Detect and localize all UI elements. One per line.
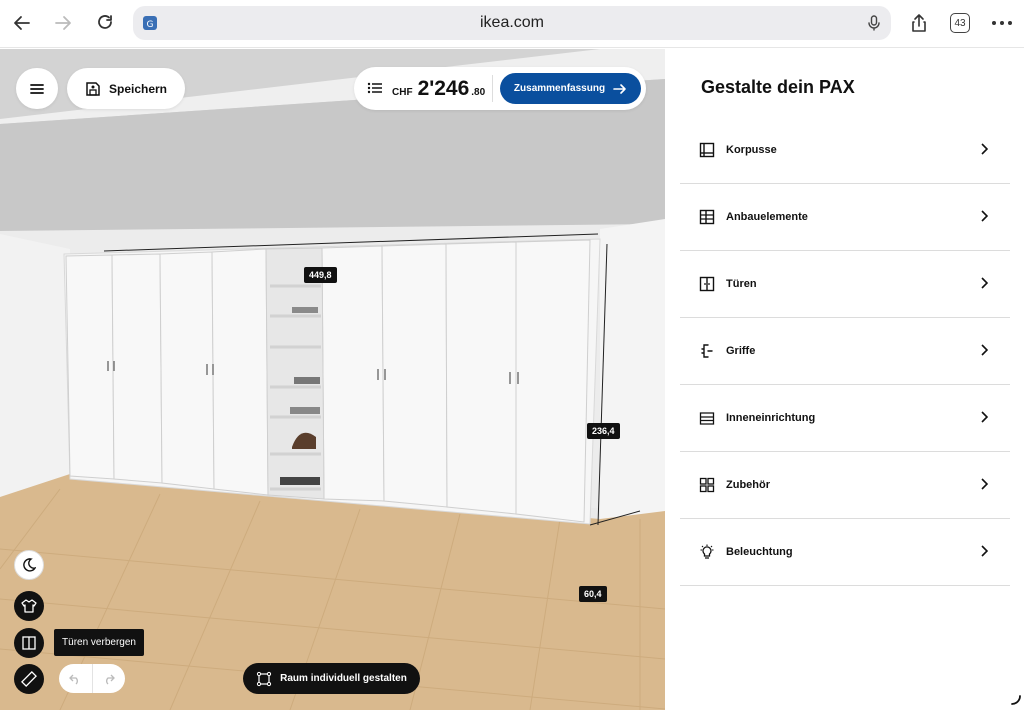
chevron-right-icon bbox=[981, 478, 988, 490]
save-label: Speichern bbox=[108, 81, 168, 96]
night-mode-button[interactable] bbox=[14, 550, 44, 580]
category-label: Korpusse bbox=[726, 144, 777, 156]
undo-button[interactable] bbox=[59, 664, 92, 693]
menu-button[interactable] bbox=[16, 68, 58, 109]
depth-dimension-label[interactable]: 60,4 bbox=[579, 586, 607, 602]
category-label: Zubehör bbox=[726, 479, 770, 491]
price-main: 2'246 bbox=[417, 77, 470, 100]
configuration-panel: Gestalte dein PAX Korpusse Anbauelemente… bbox=[665, 49, 1024, 710]
room-scene bbox=[0, 49, 665, 710]
more-icon[interactable] bbox=[989, 10, 1015, 36]
planner-viewport[interactable]: Speichern CHF 2'246 .80 Zusammenfassung … bbox=[0, 49, 665, 710]
customize-room-label: Raum individuell gestalten bbox=[280, 673, 407, 684]
address-bar[interactable]: G ikea.com bbox=[133, 6, 891, 40]
arrow-right-icon bbox=[613, 83, 626, 94]
shirt-icon bbox=[21, 599, 37, 613]
door-toggle-icon bbox=[22, 636, 36, 650]
browser-toolbar: G ikea.com 43 bbox=[0, 0, 1024, 48]
category-list: Korpusse Anbauelemente Türen Griffe Inne… bbox=[680, 117, 1010, 586]
customize-room-button[interactable]: Raum individuell gestalten bbox=[243, 663, 420, 694]
moon-icon bbox=[23, 558, 36, 572]
category-item-interior[interactable]: Inneneinrichtung bbox=[680, 385, 1010, 452]
divider bbox=[492, 75, 493, 102]
ruler-icon bbox=[21, 671, 37, 687]
tabs-icon[interactable]: 43 bbox=[950, 13, 970, 33]
price-currency: CHF bbox=[392, 87, 413, 98]
save-button[interactable]: Speichern bbox=[67, 68, 185, 109]
save-icon bbox=[86, 81, 100, 96]
total-price: CHF 2'246 .80 bbox=[392, 77, 485, 101]
category-item-handles[interactable]: Griffe bbox=[680, 318, 1010, 385]
chevron-right-icon bbox=[981, 411, 988, 423]
style-button[interactable] bbox=[14, 591, 44, 621]
back-icon[interactable] bbox=[9, 10, 35, 36]
category-label: Beleuchtung bbox=[726, 546, 793, 558]
redo-icon bbox=[105, 674, 115, 684]
room-edit-icon bbox=[257, 671, 272, 686]
hide-doors-button[interactable] bbox=[14, 628, 44, 658]
chevron-right-icon bbox=[981, 277, 988, 289]
interior-icon bbox=[698, 409, 716, 427]
width-dimension-label[interactable]: 449,8 bbox=[304, 267, 337, 283]
summary-button[interactable]: Zusammenfassung bbox=[500, 73, 641, 104]
accessories-icon bbox=[698, 476, 716, 494]
lighting-icon bbox=[698, 543, 716, 561]
list-icon[interactable] bbox=[367, 81, 383, 95]
undo-icon bbox=[69, 674, 79, 684]
reload-icon[interactable] bbox=[92, 10, 118, 36]
menu-icon bbox=[30, 83, 44, 94]
category-item-lighting[interactable]: Beleuchtung bbox=[680, 519, 1010, 586]
chevron-right-icon bbox=[981, 210, 988, 222]
height-dimension-label[interactable]: 236,4 bbox=[587, 423, 620, 439]
chevron-right-icon bbox=[981, 344, 988, 356]
measure-button[interactable] bbox=[14, 664, 44, 694]
price-cents: .80 bbox=[471, 87, 486, 98]
category-label: Anbauelemente bbox=[726, 211, 808, 223]
category-label: Griffe bbox=[726, 345, 756, 357]
hide-doors-tooltip: Türen verbergen bbox=[54, 629, 144, 656]
resize-handle-icon bbox=[1011, 695, 1021, 705]
url-text: ikea.com bbox=[479, 14, 545, 31]
category-item-add-on-units[interactable]: Anbauelemente bbox=[680, 184, 1010, 251]
category-label: Inneneinrichtung bbox=[726, 412, 816, 424]
mic-icon[interactable] bbox=[865, 14, 883, 32]
add-on-unit-icon bbox=[698, 208, 716, 226]
chevron-right-icon bbox=[981, 545, 988, 557]
summary-label: Zusammenfassung bbox=[513, 83, 606, 94]
forward-icon[interactable] bbox=[50, 10, 76, 36]
panel-title: Gestalte dein PAX bbox=[701, 77, 855, 97]
undo-redo-group bbox=[59, 664, 125, 693]
category-label: Türen bbox=[726, 278, 757, 290]
category-item-accessories[interactable]: Zubehör bbox=[680, 452, 1010, 519]
handle-icon bbox=[698, 342, 716, 360]
share-icon[interactable] bbox=[906, 10, 932, 36]
door-icon bbox=[698, 275, 716, 293]
category-item-frames[interactable]: Korpusse bbox=[680, 117, 1010, 184]
price-summary-bar: CHF 2'246 .80 Zusammenfassung bbox=[354, 67, 646, 110]
redo-button[interactable] bbox=[91, 664, 126, 693]
frame-icon bbox=[698, 141, 716, 159]
category-item-doors[interactable]: Türen bbox=[680, 251, 1010, 318]
chevron-right-icon bbox=[981, 143, 988, 155]
